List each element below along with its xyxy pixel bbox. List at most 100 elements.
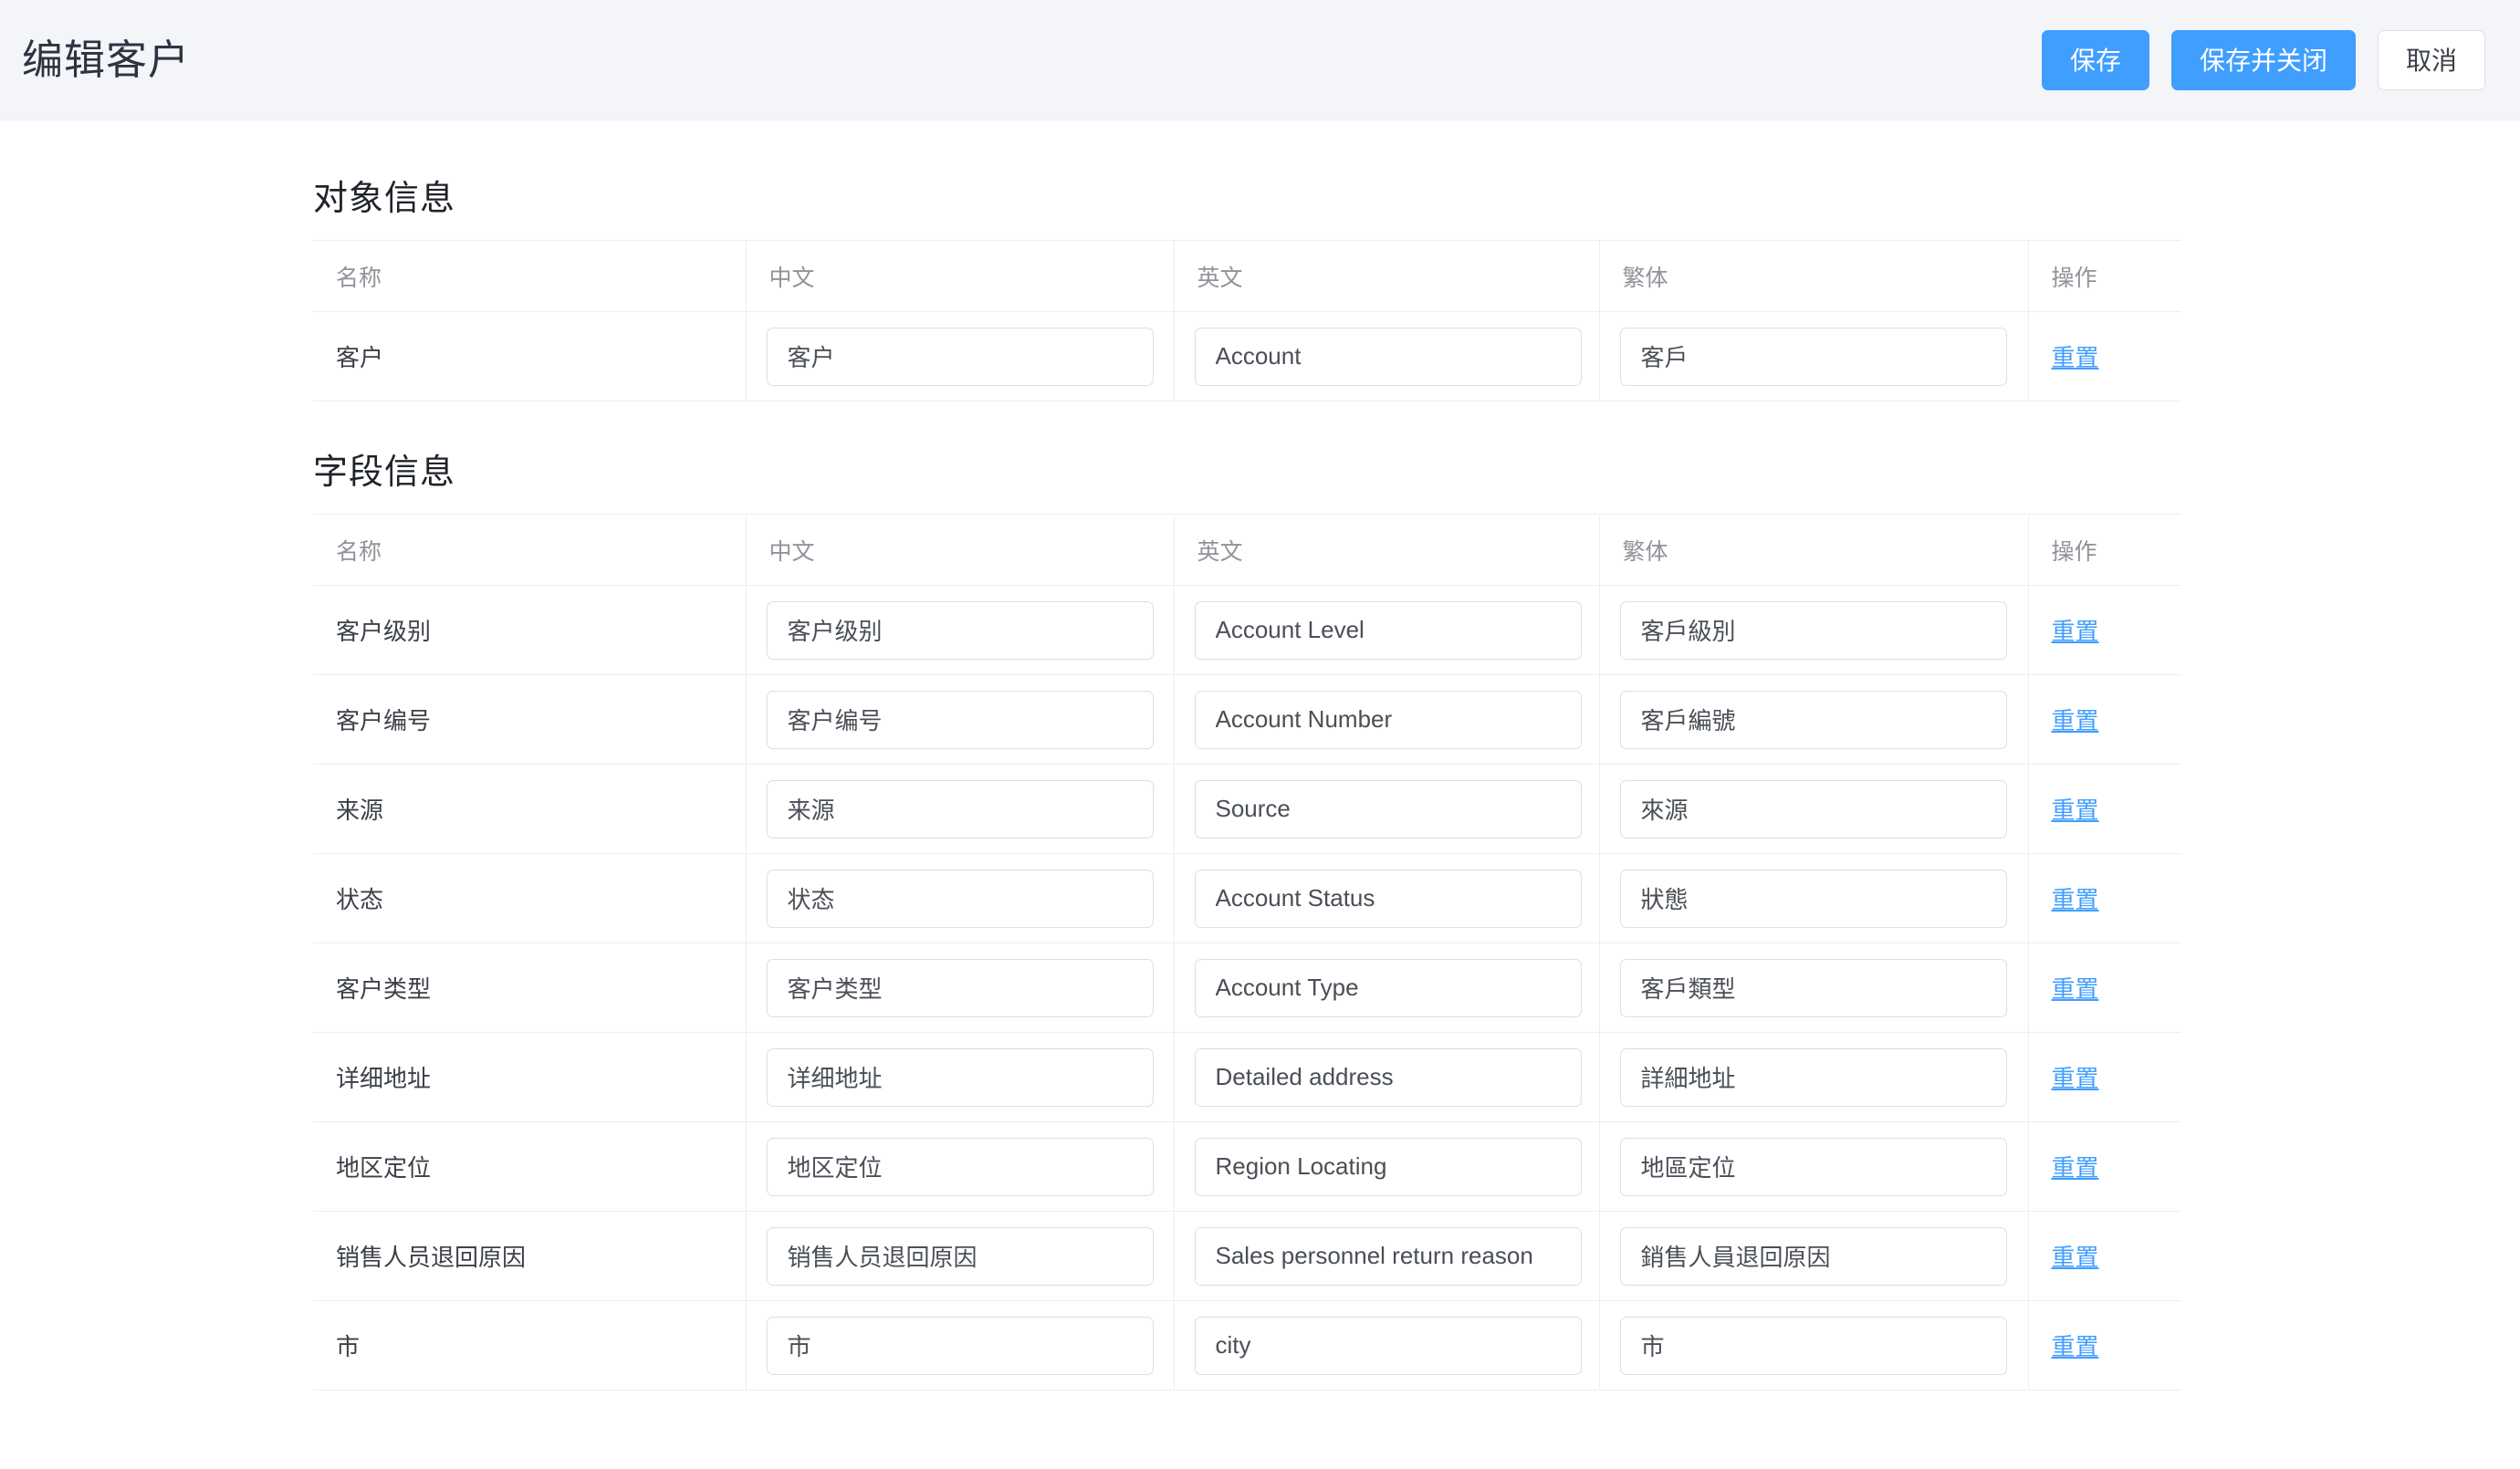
tw-input[interactable]: [1619, 1047, 2007, 1107]
cell-en: [1174, 1032, 1600, 1122]
column-header-tw: 繁体: [1599, 240, 2029, 312]
cancel-button[interactable]: 取消: [2377, 29, 2485, 90]
field-section-title: 字段信息: [313, 453, 456, 492]
table-row: 市 重置: [313, 1300, 2181, 1391]
en-input[interactable]: [1194, 958, 1582, 1017]
page-body: 对象信息 名称 中文 英文 繁体 操作 客户重置 字段信息 名称 中文 英文 繁: [0, 120, 2520, 1391]
object-info-table: 名称 中文 英文 繁体 操作 客户 重置: [313, 240, 2181, 401]
reset-link[interactable]: 重置: [2052, 618, 2099, 645]
zh-input[interactable]: [766, 690, 1154, 749]
en-input[interactable]: [1194, 1226, 1582, 1286]
cell-zh: [746, 1211, 1175, 1301]
reset-link[interactable]: 重置: [2052, 344, 2099, 371]
cell-field-name: 详细地址: [313, 1032, 747, 1122]
table-row: 客户级别 重置: [313, 585, 2181, 675]
tw-input[interactable]: [1619, 690, 2007, 749]
zh-input[interactable]: [766, 1047, 1154, 1107]
cell-field-name: 来源: [313, 764, 747, 854]
cell-en: [1174, 311, 1600, 401]
cell-actions: 重置: [2028, 585, 2181, 675]
cell-zh: [746, 585, 1175, 675]
cell-field-name: 地区定位: [313, 1121, 747, 1212]
column-header-op: 操作: [2028, 240, 2181, 312]
table-row: 地区定位 重置: [313, 1121, 2181, 1212]
cell-actions: 重置: [2028, 1300, 2181, 1391]
en-input[interactable]: [1194, 779, 1582, 839]
zh-input[interactable]: [766, 1137, 1154, 1196]
reset-link[interactable]: 重置: [2052, 707, 2099, 734]
cell-actions: 重置: [2028, 311, 2181, 401]
zh-input[interactable]: [766, 600, 1154, 660]
cell-tw: [1599, 943, 2029, 1033]
zh-input[interactable]: [766, 1316, 1154, 1375]
cell-field-name: 状态: [313, 853, 747, 943]
save-and-close-button[interactable]: 保存并关闭: [2170, 29, 2356, 90]
field-info-table: 名称 中文 英文 繁体 操作 客户级别重置客户编号重置来源重置状态重置客户类型重…: [313, 514, 2181, 1391]
cell-en: [1174, 1211, 1600, 1301]
zh-input[interactable]: [766, 869, 1154, 928]
zh-input[interactable]: [766, 327, 1154, 386]
cell-zh: [746, 1121, 1175, 1212]
cell-actions: 重置: [2028, 943, 2181, 1033]
tw-input[interactable]: [1619, 1137, 2007, 1196]
cell-tw: [1599, 1211, 2029, 1301]
column-header-name: 名称: [313, 240, 747, 312]
tw-input[interactable]: [1619, 600, 2007, 660]
cell-zh: [746, 764, 1175, 854]
en-input[interactable]: [1194, 600, 1582, 660]
tw-input[interactable]: [1619, 1226, 2007, 1286]
cell-field-name: 市: [313, 1300, 747, 1391]
tw-input[interactable]: [1619, 327, 2007, 386]
cell-field-name: 客户类型: [313, 943, 747, 1033]
page-header: 编辑客户 保存 保存并关闭 取消: [0, 0, 2520, 120]
cell-zh: [746, 943, 1175, 1033]
field-info-table-body: 客户级别重置客户编号重置来源重置状态重置客户类型重置详细地址重置地区定位重置销售…: [313, 585, 2181, 1391]
cell-actions: 重置: [2028, 1121, 2181, 1212]
reset-link[interactable]: 重置: [2052, 975, 2099, 1003]
cell-en: [1174, 1121, 1600, 1212]
zh-input[interactable]: [766, 1226, 1154, 1286]
cell-en: [1174, 943, 1600, 1033]
reset-link[interactable]: 重置: [2052, 1154, 2099, 1182]
reset-link[interactable]: 重置: [2052, 1244, 2099, 1271]
column-header-tw: 繁体: [1599, 514, 2029, 586]
en-input[interactable]: [1194, 690, 1582, 749]
cell-en: [1174, 1300, 1600, 1391]
column-header-zh: 中文: [746, 514, 1175, 586]
cell-actions: 重置: [2028, 1211, 2181, 1301]
tw-input[interactable]: [1619, 958, 2007, 1017]
cell-field-name: 销售人员退回原因: [313, 1211, 747, 1301]
tw-input[interactable]: [1619, 869, 2007, 928]
tw-input[interactable]: [1619, 779, 2007, 839]
column-header-op: 操作: [2028, 514, 2181, 586]
reset-link[interactable]: 重置: [2052, 797, 2099, 824]
en-input[interactable]: [1194, 869, 1582, 928]
zh-input[interactable]: [766, 779, 1154, 839]
cell-tw: [1599, 311, 2029, 401]
cell-tw: [1599, 585, 2029, 675]
tw-input[interactable]: [1619, 1316, 2007, 1375]
en-input[interactable]: [1194, 1137, 1582, 1196]
object-info-table-body: 客户 重置: [313, 311, 2181, 401]
column-header-name: 名称: [313, 514, 747, 586]
en-input[interactable]: [1194, 1047, 1582, 1107]
table-header-row: 名称 中文 英文 繁体 操作: [313, 240, 2181, 312]
cell-zh: [746, 853, 1175, 943]
table-row: 来源 重置: [313, 764, 2181, 854]
en-input[interactable]: [1194, 327, 1582, 386]
cell-actions: 重置: [2028, 674, 2181, 765]
table-row: 状态 重置: [313, 853, 2181, 943]
cell-actions: 重置: [2028, 853, 2181, 943]
cell-tw: [1599, 1121, 2029, 1212]
save-button[interactable]: 保存: [2041, 29, 2149, 90]
cell-actions: 重置: [2028, 764, 2181, 854]
reset-link[interactable]: 重置: [2052, 1333, 2099, 1360]
table-row: 客户编号 重置: [313, 674, 2181, 765]
cell-tw: [1599, 1300, 2029, 1391]
reset-link[interactable]: 重置: [2052, 1065, 2099, 1092]
cell-zh: [746, 1032, 1175, 1122]
zh-input[interactable]: [766, 958, 1154, 1017]
table-row: 销售人员退回原因 重置: [313, 1211, 2181, 1301]
reset-link[interactable]: 重置: [2052, 886, 2099, 913]
en-input[interactable]: [1194, 1316, 1582, 1375]
